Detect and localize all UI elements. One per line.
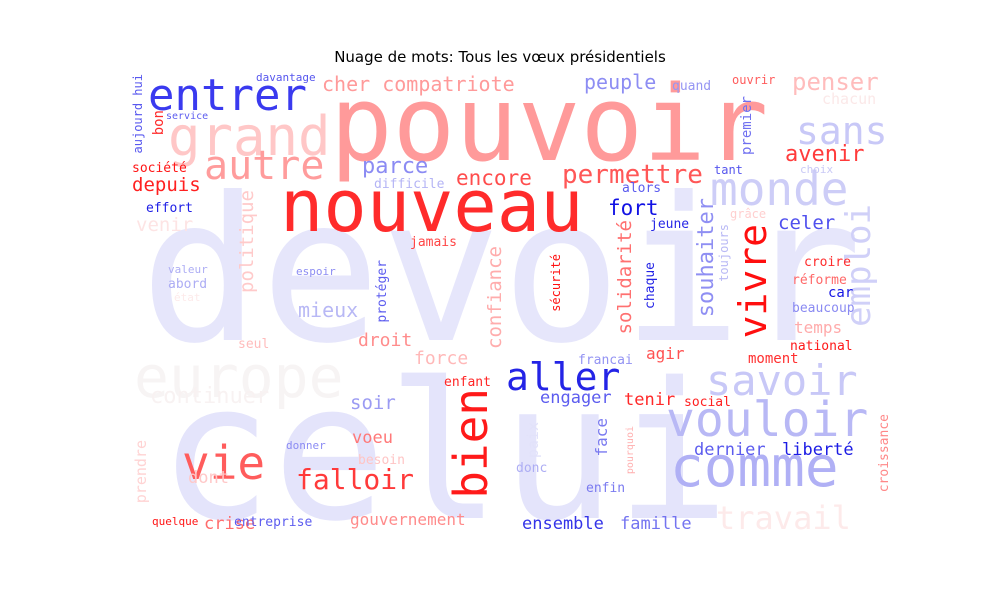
word: abord — [168, 277, 208, 292]
word: liberté — [782, 440, 854, 460]
word: cher compatriote — [322, 72, 515, 96]
word: effort — [146, 201, 193, 216]
word: car — [828, 285, 854, 301]
word: continuer — [150, 384, 270, 409]
word: croissance — [877, 414, 892, 493]
word: force — [414, 348, 469, 369]
word: celer — [778, 212, 836, 234]
word: espoir — [296, 265, 336, 278]
word: tant — [714, 163, 743, 177]
word: état — [174, 291, 201, 304]
word: quelque — [152, 515, 199, 528]
word: peuple — [584, 70, 657, 94]
word: autre — [204, 143, 325, 189]
word: famille — [620, 514, 692, 534]
word: droit — [358, 330, 413, 351]
word: premier — [739, 96, 755, 156]
word: beaucoup — [792, 301, 855, 316]
chart-title: Nuage de mots: Tous les vœux présidentie… — [334, 48, 666, 66]
word: agir — [646, 344, 685, 363]
word: toujours — [717, 224, 731, 282]
word: quand — [672, 79, 712, 94]
word: temps — [794, 318, 843, 337]
word: valeur — [168, 263, 208, 276]
word: francai — [578, 353, 633, 368]
word: alors — [622, 181, 662, 196]
word: confiance — [484, 246, 506, 349]
word: dernier — [694, 440, 766, 460]
word: politique — [236, 190, 258, 293]
word: face — [592, 418, 611, 457]
word: enfant — [444, 375, 491, 390]
word: donner — [286, 439, 326, 452]
word: service — [166, 111, 209, 122]
word: ensemble — [522, 514, 604, 534]
word: voeu — [352, 428, 393, 448]
word: falloir — [296, 463, 415, 496]
word: jamais — [410, 235, 457, 250]
word: solidarité — [614, 220, 636, 335]
word: réforme — [792, 273, 847, 288]
word: aujourd hui — [131, 74, 145, 154]
word: fort — [608, 196, 659, 220]
word: national — [790, 339, 853, 354]
word: paix — [524, 422, 542, 459]
word: prendre — [132, 440, 150, 504]
word: enfin — [586, 481, 626, 496]
word: dont — [188, 468, 229, 488]
word: mieux — [298, 298, 359, 322]
word: travail — [716, 499, 851, 537]
word: sécurité — [549, 254, 563, 312]
word: social — [684, 395, 731, 410]
word: donc — [516, 461, 548, 476]
word: seul — [238, 337, 270, 352]
word: davantage — [256, 71, 316, 84]
word: pourquoi — [625, 426, 636, 475]
word: venir — [136, 214, 194, 236]
word: entreprise — [234, 515, 313, 530]
word: depuis — [132, 174, 201, 196]
word: tenir — [624, 390, 676, 410]
word-cloud: devoir celui europe pouvoir nouveau gran… — [130, 70, 900, 540]
word: bon — [151, 110, 167, 136]
word: souhaiter — [694, 198, 719, 318]
word: choix — [800, 163, 834, 176]
word: engager — [540, 388, 612, 408]
word: gouvernement — [350, 510, 466, 529]
word: chaque — [643, 262, 658, 309]
word: parce — [362, 154, 429, 179]
word: jeune — [650, 217, 690, 232]
word: moment — [748, 351, 799, 367]
word: encore — [456, 166, 532, 190]
word: vivre — [731, 224, 775, 339]
word: chacun — [822, 90, 877, 108]
word: croire — [804, 255, 851, 270]
word: besoin — [358, 453, 405, 468]
word: grâce — [730, 207, 767, 221]
word: soir — [350, 392, 396, 414]
word: difficile — [374, 177, 445, 192]
word: société — [132, 161, 187, 176]
word: bien — [444, 388, 498, 499]
word: ouvrir — [732, 73, 776, 87]
word: protéger — [375, 260, 390, 323]
